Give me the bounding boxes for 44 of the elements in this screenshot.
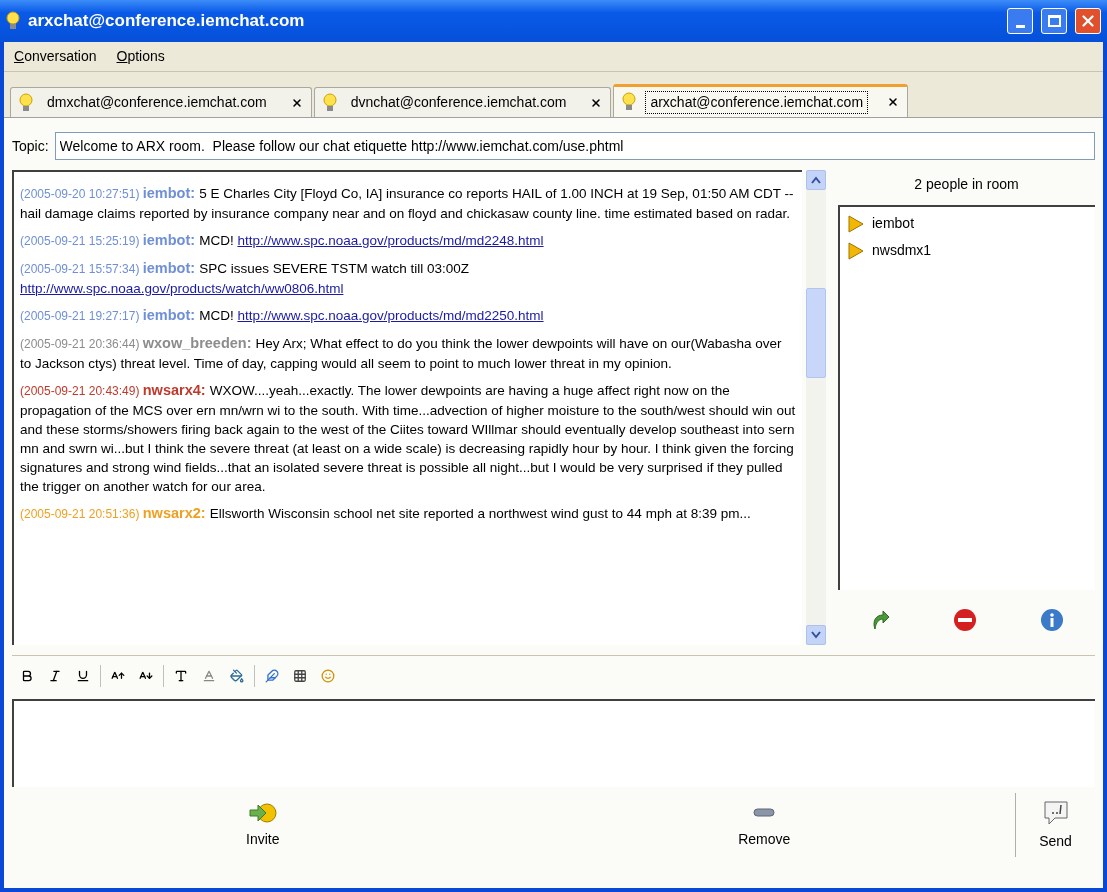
chat-message: (2005-09-21 15:57:34) iembot: SPC issues SEVERE TSTM watch till 03:00Z http://www.spc.noaa.gov/products/watch/ww0806.html — [20, 259, 470, 298]
triangle-icon — [848, 241, 864, 260]
close-button[interactable] — [1075, 8, 1101, 34]
chat-message: (2005-09-21 15:25:19) iembot: MCD! http://www.spc.noaa.gov/products/md/md2248.html — [20, 231, 545, 250]
chat-message: (2005-09-21 19:27:17) iembot: MCD! http://www.spc.noaa.gov/products/md/md2250.html — [20, 306, 545, 325]
people-count: 2 people in room — [913, 175, 1020, 194]
close-icon — [1079, 12, 1097, 30]
person-name[interactable]: nwsdmx1 — [872, 240, 932, 261]
link[interactable]: http://www.spc.noaa.gov/products/md/md2248.html — [237, 233, 544, 248]
topic-field[interactable]: Welcome to ARX room. Please follow our chat etiquette http://www.iemchat.com/use.phtml — [54, 132, 1095, 160]
chat-message: (2005-09-21 20:51:36) nwsarx2: Ellsworth Wisconsin school net site reported a northwest wind gust to 44 mph at 8:39 pm... — [20, 504, 752, 523]
window-lightbulb-icon — [6, 11, 20, 31]
minimize-button[interactable] — [1007, 8, 1033, 34]
remove-button[interactable]: Remove — [513, 793, 1015, 857]
close-tab-icon[interactable] — [887, 96, 900, 108]
window-title: arxchat@conference.iemchat.com — [28, 10, 306, 33]
close-tab-icon[interactable] — [290, 96, 303, 109]
maximize-button[interactable] — [1041, 8, 1067, 34]
invite-button[interactable]: Invite — [12, 793, 514, 857]
chat-message: (2005-09-21 20:43:49) nwsarx4: WXOW....yeah...exactly. The lower dewpoints are having a huge affect right now on the propagation of the MCS over ern mn/wrn wi to the south. With time...advection of higher moisture to the south/west should win out and these storms/showers firing back again to the west of the Ciites toward WIllmar should eventually develop southeast into sern mn and swrn wi...but I think the severe threat (at least on a wide scale) is decreasing rapidly hour by hour. I think given the forcing signatures and strong wind fields...that an isolated severe threat is possible all night...but I would be very surprised if they pulled the trigger on another watch for our area. — [20, 381, 796, 496]
info-icon[interactable] — [1039, 608, 1064, 632]
tab[interactable]: arxchat@conference.iemchat.com — [613, 84, 909, 117]
topic-label: Topic: — [12, 136, 49, 156]
lightbulb-icon — [622, 92, 637, 112]
send-button[interactable]: Send — [1015, 793, 1095, 857]
tab[interactable]: dvnchat@conference.iemchat.com — [313, 87, 612, 117]
scrollbar[interactable] — [806, 170, 826, 645]
link[interactable]: http://www.spc.noaa.gov/products/md/md2250.html — [237, 308, 544, 323]
lightbulb-icon — [19, 92, 33, 113]
message-input[interactable] — [12, 699, 1095, 787]
chat-message: (2005-09-21 20:36:44) wxow_breeden: Hey Arx; What effect to do you think the lower dewpoints will have on our(Wabasha over to Jackson ctys) threat level. Time of day, capping would all seem to point to much lower threat in my opinion. — [20, 334, 783, 373]
person-name[interactable]: iembot — [872, 213, 915, 234]
triangle-icon — [848, 214, 864, 233]
link[interactable]: http://www.spc.noaa.gov/products/watch/ww0806.html — [20, 281, 344, 296]
menu-item[interactable]: Conversation — [14, 46, 97, 67]
tab[interactable]: dmxchat@conference.iemchat.com — [10, 87, 312, 117]
arrow-circle-icon — [247, 800, 278, 825]
minus-icon — [753, 808, 776, 817]
close-tab-icon[interactable] — [590, 96, 603, 109]
scroll-thumb[interactable] — [806, 287, 826, 378]
chat-message: (2005-09-20 10:27:51) iembot: 5 E Charles City [Floyd Co, IA] insurance co reports HAIL of 1.00 INCH at 19 Sep, 01:50 AM CDT -- hail damage claims reported by insurance company near and on floyd and chickasaw county line. time estimated based on radar. — [20, 184, 795, 223]
lightbulb-icon — [322, 92, 337, 113]
no-entry-icon[interactable] — [953, 608, 978, 632]
menu-item[interactable]: Options — [116, 46, 165, 67]
